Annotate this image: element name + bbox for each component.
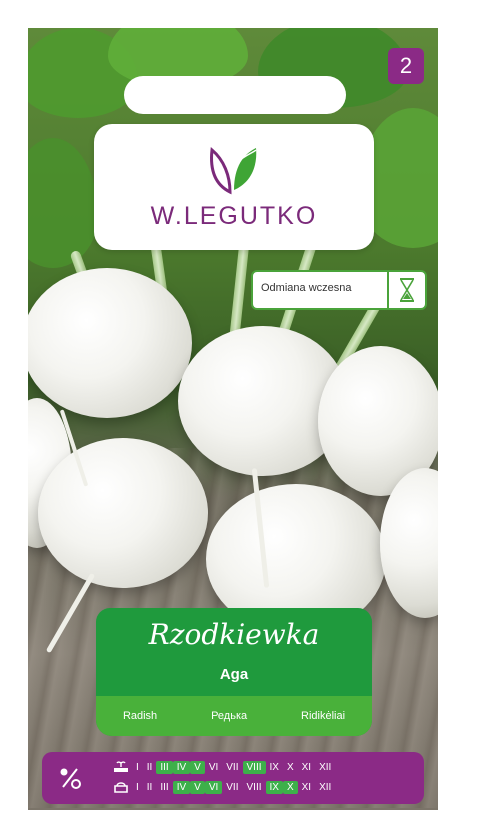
month-cell: IX [269, 761, 279, 773]
month-cell: III [156, 760, 173, 774]
month-cell: VIII [246, 781, 262, 793]
month-cell: VIII [242, 760, 266, 774]
month-cell: IV [172, 760, 191, 774]
radish [28, 268, 192, 418]
month-cell: II [146, 781, 153, 793]
translation-en: Radish [122, 710, 158, 722]
early-variety-label: Odmiana wczesna [261, 282, 352, 294]
month-cell: V [190, 780, 205, 794]
month-cell: VI [208, 761, 219, 773]
month-cell: VI [204, 780, 223, 794]
month-cell: II [146, 761, 153, 773]
month-cell: I [136, 781, 139, 793]
month-cell: IV [172, 780, 191, 794]
month-cell: X [282, 780, 298, 794]
sowing-calendar: I II III IV V VI VII VIII IX X XI XII I II III IV V VI VI… [42, 752, 424, 804]
sowing-icon [114, 761, 128, 772]
month-cell: V [190, 760, 205, 774]
translations: Radish Редька Ridikėliai [96, 696, 372, 736]
seed-packet: 2 W.LEGUTKO Odmiana wczesna Rzodkiewka A… [28, 28, 438, 810]
leaf-logo-icon [210, 147, 257, 195]
calendar-row-sowing: I II III IV V VI VII VIII IX X XI XII [112, 760, 335, 774]
month-cell: VII [226, 761, 239, 773]
variety-name: Aga [219, 666, 249, 683]
seed-percent-icon [60, 768, 81, 789]
translation-lt: Ridikėliai [301, 710, 346, 722]
month-cell: XI [301, 761, 312, 773]
month-cell: XII [319, 761, 332, 773]
early-variety-tag: Odmiana wczesna [251, 270, 427, 310]
radish [38, 438, 208, 588]
calendar-row-harvest: I II III IV V VI VII VIII IX X XI XII [112, 780, 335, 794]
hanger-tab [124, 76, 346, 114]
month-cell: XI [301, 781, 312, 793]
month-cell: IX [265, 780, 283, 794]
leaf [28, 138, 98, 268]
translation-ru: Редька [211, 710, 248, 722]
hourglass-icon [387, 272, 425, 308]
month-cell: XII [319, 781, 332, 793]
brand-name: W.LEGUTKO [150, 202, 318, 230]
month-cell: I [136, 761, 139, 773]
product-name: Rzodkiewka [148, 618, 320, 651]
product-name-panel: Rzodkiewka Aga Radish Редька Ridikėliai [96, 608, 372, 736]
month-cell: VII [226, 781, 239, 793]
packet-number-badge: 2 [388, 48, 424, 84]
month-cell: III [160, 781, 169, 793]
brand-logo-card: W.LEGUTKO [94, 124, 374, 250]
month-cell: X [286, 761, 294, 773]
harvest-icon [114, 782, 128, 793]
